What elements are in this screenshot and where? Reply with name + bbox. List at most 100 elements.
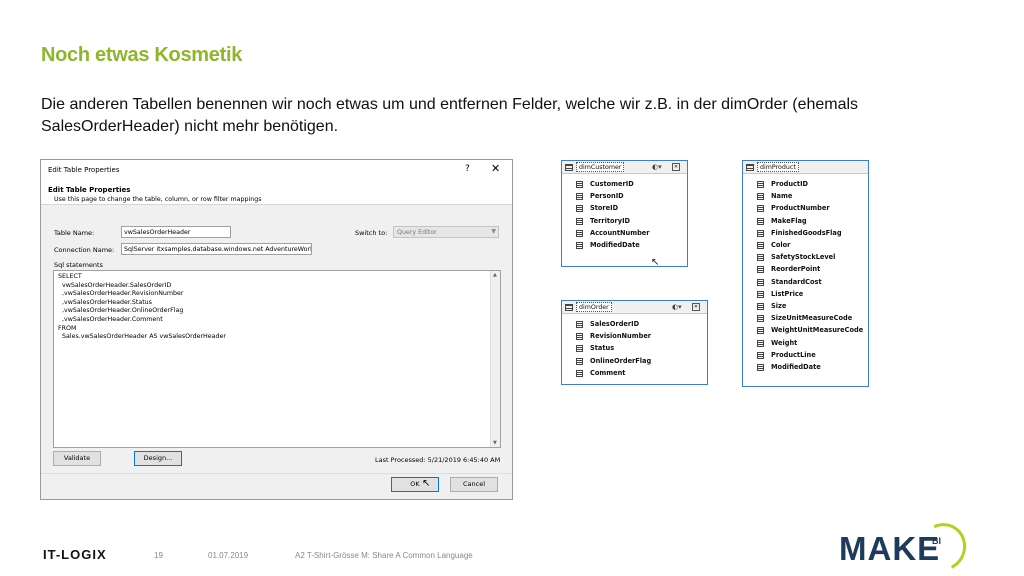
table-icon <box>746 164 754 171</box>
make-bi-logo-sup: BI <box>932 536 941 546</box>
table-name-input[interactable]: vwSalesOrderHeader <box>121 226 231 238</box>
column-name: TerritoryID <box>590 216 631 225</box>
column-name: SizeUnitMeasureCode <box>771 314 853 323</box>
column-options-icon[interactable]: ◐▾ <box>672 303 682 311</box>
make-bi-logo: MAKE <box>839 530 941 567</box>
column-icon <box>757 290 764 298</box>
mouse-cursor-icon: ↖ <box>422 478 431 489</box>
close-icon[interactable]: ✕ <box>491 162 500 175</box>
column-name: FinishedGoodsFlag <box>771 228 842 237</box>
column-icon <box>757 217 764 225</box>
table-header: dimCustomer ◐▾ ✕ <box>562 161 687 174</box>
edit-table-properties-dialog: Edit Table Properties ? ✕ Edit Table Pro… <box>40 159 513 500</box>
column-name: ProductID <box>771 180 809 188</box>
column-name: ModifiedDate <box>771 363 821 371</box>
scroll-up-icon[interactable]: ▲ <box>493 272 497 278</box>
table-header: dimOrder ◐▾ ✕ <box>562 301 707 314</box>
switch-to-value: Query Editor <box>397 229 437 236</box>
help-icon[interactable]: ? <box>465 164 470 174</box>
column-name: SalesOrderID <box>590 320 640 328</box>
column-name: StoreID <box>590 204 619 213</box>
column-name: ProductLine <box>771 350 816 359</box>
column-name: Status <box>590 344 615 353</box>
column-icon <box>576 357 583 365</box>
it-logix-logo: IT-LOGIX <box>43 547 107 562</box>
table-name[interactable]: dimOrder <box>576 302 612 312</box>
sql-scrollbar[interactable]: ▲ ▼ <box>490 271 500 447</box>
dialog-heading: Edit Table Properties <box>48 186 131 194</box>
table-icon <box>565 304 573 311</box>
column-name: ReorderPoint <box>771 265 821 274</box>
sql-line: ,vwSalesOrderHeader.Status <box>58 298 152 306</box>
sql-statements-text: SELECT vwSalesOrderHeader.SalesOrderID ,… <box>58 273 226 342</box>
sql-line: Sales.vwSalesOrderHeader AS vwSalesOrder… <box>58 333 226 341</box>
dialog-divider <box>41 473 512 474</box>
column-name: AccountNumber <box>590 228 650 237</box>
sql-line: ,vwSalesOrderHeader.Comment <box>58 315 163 323</box>
connection-name-input[interactable]: SqlServer itxsamples.database.windows.ne… <box>121 243 312 255</box>
column-icon <box>757 327 764 335</box>
footer-title: A2 T-Shirt-Grösse M: Share A Common Lang… <box>295 551 473 560</box>
table-dimproduct[interactable]: dimProduct ProductID Name ProductNumber Mak… <box>742 160 869 387</box>
column-icon <box>576 345 583 353</box>
table-dimorder[interactable]: dimOrder ◐▾ ✕ SalesOrderID RevisionNumber… <box>561 300 708 385</box>
sql-line: vwSalesOrderHeader.SalesOrderID <box>58 281 172 289</box>
last-processed-text: Last Processed: 5/21/2019 6:45:40 AM <box>375 456 501 464</box>
column-name: Weight <box>771 338 798 347</box>
remove-table-icon[interactable]: ✕ <box>672 163 680 171</box>
column-name: OnlineOrderFlag <box>590 356 652 365</box>
column-name: MakeFlag <box>771 216 807 225</box>
dialog-window-title: Edit Table Properties <box>48 166 120 174</box>
column-name: Name <box>771 192 793 201</box>
column-name: PersonID <box>590 192 624 201</box>
column-name: CustomerID <box>590 180 634 188</box>
column-icon <box>576 193 583 201</box>
table-icon <box>565 164 573 171</box>
column-icon <box>576 181 583 188</box>
sql-line: ,vwSalesOrderHeader.RevisionNumber <box>58 290 184 298</box>
mouse-cursor-icon: ↖ <box>651 257 660 268</box>
column-icon <box>757 278 764 286</box>
table-dimcustomer[interactable]: dimCustomer ◐▾ ✕ CustomerID PersonID Store… <box>561 160 688 267</box>
ok-button[interactable]: OK <box>391 477 439 492</box>
table-header: dimProduct <box>743 161 868 174</box>
column-icon <box>576 217 583 225</box>
column-icon <box>576 242 583 249</box>
column-name: WeightUnitMeasureCode <box>771 326 864 335</box>
column-icon <box>757 242 764 249</box>
sql-line: ,vwSalesOrderHeader.OnlineOrderFlag <box>58 307 184 315</box>
sql-line: SELECT <box>58 273 82 280</box>
column-icon <box>757 351 764 359</box>
table-name[interactable]: dimCustomer <box>576 162 625 172</box>
column-name: Size <box>771 302 787 310</box>
column-name: SafetyStockLevel <box>771 253 836 262</box>
footer-date: 01.07.2019 <box>208 551 249 560</box>
column-icon <box>576 369 583 377</box>
design-button[interactable]: Design... <box>134 451 182 466</box>
column-icon <box>757 266 764 274</box>
dialog-titlebar: Edit Table Properties ? ✕ <box>41 160 512 181</box>
column-name: RevisionNumber <box>590 332 652 341</box>
column-icon <box>757 315 764 323</box>
column-name: ProductNumber <box>771 204 830 213</box>
scroll-down-icon[interactable]: ▼ <box>493 440 497 446</box>
column-icon <box>757 303 764 310</box>
column-name: StandardCost <box>771 277 822 286</box>
switch-to-select[interactable]: Query Editor ▼ <box>393 226 499 238</box>
column-icon <box>576 229 583 237</box>
slide-title: Noch etwas Kosmetik <box>41 44 243 66</box>
remove-table-icon[interactable]: ✕ <box>692 303 700 311</box>
column-name: ModifiedDate <box>590 241 640 249</box>
cancel-button[interactable]: Cancel <box>450 477 498 492</box>
column-icon <box>757 364 764 371</box>
column-options-icon[interactable]: ◐▾ <box>652 163 662 171</box>
connection-name-label: Connection Name: <box>54 246 115 254</box>
dialog-header: Edit Table Properties Use this page to c… <box>41 181 512 205</box>
column-icon <box>757 205 764 213</box>
sql-statements-textarea[interactable]: SELECT vwSalesOrderHeader.SalesOrderID ,… <box>53 270 501 448</box>
column-icon <box>757 254 764 262</box>
validate-button[interactable]: Validate <box>53 451 101 466</box>
column-icon <box>757 229 764 237</box>
column-icon <box>757 193 764 201</box>
table-name[interactable]: dimProduct <box>757 162 799 172</box>
